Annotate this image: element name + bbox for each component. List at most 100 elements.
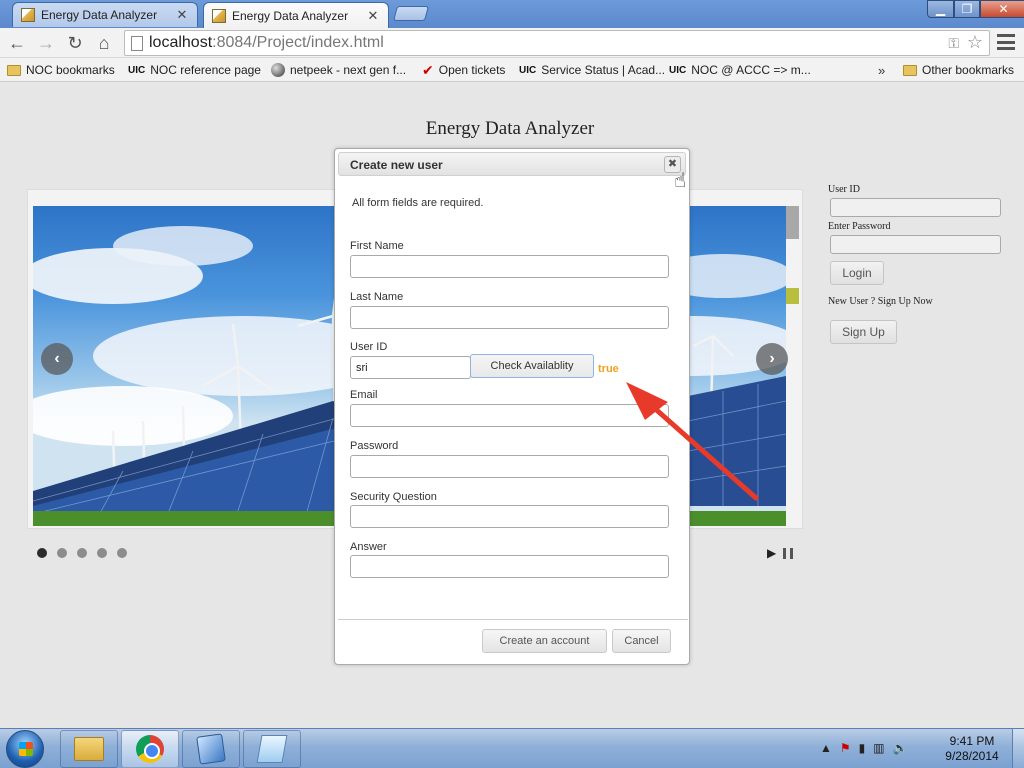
battery-icon[interactable]: ▮: [859, 741, 866, 755]
start-button[interactable]: [6, 730, 44, 768]
bookmark-noc-bookmarks[interactable]: NOC bookmarks: [7, 61, 115, 79]
browser-toolbar: ← → ↻ ⌂ localhost:8084/Project/index.htm…: [0, 28, 1024, 58]
action-center-flag-icon[interactable]: ⚑: [840, 741, 851, 755]
new-tab-button[interactable]: [392, 6, 430, 21]
user-id-input[interactable]: sri: [350, 356, 471, 379]
taskbar-notepad-button[interactable]: [243, 730, 301, 768]
system-tray: ▲ ⚑ ▮ ▥ 🔈: [820, 741, 908, 755]
bookmark-other-bookmarks[interactable]: Other bookmarks: [903, 61, 1014, 79]
bookmark-netpeek[interactable]: netpeek - next gen f...: [271, 61, 406, 79]
uic-icon: UIC: [669, 64, 687, 76]
check-icon: ✔: [422, 61, 434, 78]
bookmark-service-status[interactable]: UIC Service Status | Acad...: [519, 61, 665, 79]
availability-result: true: [598, 363, 619, 375]
bookmark-noc-accc[interactable]: UIC NOC @ ACCC => m...: [669, 61, 811, 79]
bookmark-noc-reference-page[interactable]: UIC NOC reference page: [128, 61, 261, 79]
email-label: Email: [350, 389, 378, 401]
slider-dot[interactable]: [37, 548, 47, 558]
tab-title: Energy Data Analyzer: [232, 8, 349, 23]
password-input[interactable]: [350, 455, 669, 478]
chart-favicon-icon: [212, 8, 226, 23]
address-bar[interactable]: localhost:8084/Project/index.html ⚿ ☆: [124, 30, 990, 56]
hand-cursor-icon: ☝: [674, 170, 687, 192]
slider-dot[interactable]: [117, 548, 127, 558]
userid-input[interactable]: [830, 198, 1001, 217]
minimize-icon[interactable]: ▁: [927, 0, 954, 18]
reload-icon[interactable]: ↻: [63, 31, 87, 55]
tab-close-icon[interactable]: ✕: [366, 8, 380, 24]
tab-energy-data-analyzer-1[interactable]: Energy Data Analyzer ✕: [12, 2, 198, 27]
windows-taskbar: ▲ ⚑ ▮ ▥ 🔈 9:41 PM 9/28/2014: [0, 728, 1024, 768]
check-availability-button[interactable]: Check Availablity: [470, 354, 594, 378]
last-name-input[interactable]: [350, 306, 669, 329]
signup-button[interactable]: Sign Up: [830, 320, 897, 344]
security-question-label: Security Question: [350, 491, 437, 503]
bookmarks-overflow-chevron-icon[interactable]: »: [878, 61, 885, 79]
slider-scroll-thumb[interactable]: [786, 206, 799, 239]
tray-expand-icon[interactable]: ▲: [820, 741, 832, 755]
key-icon[interactable]: ⚿: [948, 35, 959, 52]
folder-icon: [7, 64, 21, 76]
bookmark-open-tickets[interactable]: ✔ Open tickets: [422, 61, 505, 79]
network-icon[interactable]: ▥: [873, 741, 884, 755]
bookmarks-bar: NOC bookmarks UIC NOC reference page netp…: [0, 58, 1024, 82]
show-desktop-button[interactable]: [1012, 729, 1024, 768]
page-title: Energy Data Analyzer: [425, 118, 595, 139]
taskbar-explorer-button[interactable]: [60, 730, 118, 768]
dialog-title: Create new user: [350, 158, 443, 172]
uic-icon: UIC: [519, 64, 537, 76]
password-input[interactable]: [830, 235, 1001, 254]
answer-input[interactable]: [350, 555, 669, 578]
tab-title: Energy Data Analyzer: [41, 8, 158, 22]
volume-icon[interactable]: 🔈: [893, 741, 908, 755]
slider-side-marker: [786, 288, 799, 304]
uic-icon: UIC: [128, 64, 146, 76]
userid-label: User ID: [828, 184, 860, 195]
bookmark-star-icon[interactable]: ☆: [967, 32, 983, 53]
security-question-input[interactable]: [350, 505, 669, 528]
chrome-icon: [136, 735, 164, 763]
clock-time: 9:41 PM: [949, 734, 995, 748]
password-label: Password: [350, 440, 399, 452]
slider-prev-arrow-icon[interactable]: ‹: [41, 343, 73, 375]
taskbar-virtualbox-button[interactable]: [182, 730, 240, 768]
dialog-footer-divider: [338, 619, 688, 620]
login-panel: User ID Enter Password Login New User ? …: [828, 184, 1008, 344]
chart-favicon-icon: [21, 8, 35, 22]
tab-strip: Energy Data Analyzer ✕ Energy Data Analy…: [0, 0, 1024, 28]
taskbar-chrome-button[interactable]: [121, 730, 179, 768]
url-text: localhost:8084/Project/index.html: [149, 34, 384, 51]
email-input[interactable]: [350, 404, 669, 427]
last-name-label: Last Name: [350, 291, 404, 303]
tab-close-icon[interactable]: ✕: [175, 7, 189, 23]
slider-dot[interactable]: [57, 548, 67, 558]
page-icon: [131, 35, 143, 51]
user-id-label: User ID: [350, 341, 388, 353]
first-name-input[interactable]: [350, 255, 669, 278]
slider-dot[interactable]: [97, 548, 107, 558]
window-controls: ▁ ❐ ✕: [927, 0, 1024, 18]
cancel-button[interactable]: Cancel: [612, 629, 671, 653]
slider-next-arrow-icon[interactable]: ›: [756, 343, 788, 375]
globe-icon: [271, 63, 285, 77]
chrome-menu-icon[interactable]: [997, 34, 1015, 50]
required-note: All form fields are required.: [352, 197, 484, 209]
window-close-icon[interactable]: ✕: [980, 0, 1024, 18]
slider-pause-icon[interactable]: [783, 548, 793, 559]
answer-label: Answer: [350, 541, 387, 553]
first-name-label: First Name: [350, 240, 404, 252]
restore-icon[interactable]: ❐: [954, 0, 980, 18]
home-icon[interactable]: ⌂: [92, 31, 116, 55]
explorer-icon: [74, 737, 104, 761]
slider-play-icon[interactable]: ▶: [767, 546, 776, 560]
forward-arrow-icon[interactable]: →: [34, 31, 58, 55]
login-button[interactable]: Login: [830, 261, 884, 285]
create-account-button[interactable]: Create an account: [482, 629, 607, 653]
password-label: Enter Password: [828, 221, 891, 232]
tab-energy-data-analyzer-2[interactable]: Energy Data Analyzer ✕: [203, 2, 389, 28]
back-arrow-icon[interactable]: ←: [5, 31, 29, 55]
clock-date: 9/28/2014: [945, 749, 999, 763]
slider-dot[interactable]: [77, 548, 87, 558]
slider-pagination: [37, 548, 127, 558]
taskbar-clock[interactable]: 9:41 PM 9/28/2014: [940, 734, 1004, 764]
